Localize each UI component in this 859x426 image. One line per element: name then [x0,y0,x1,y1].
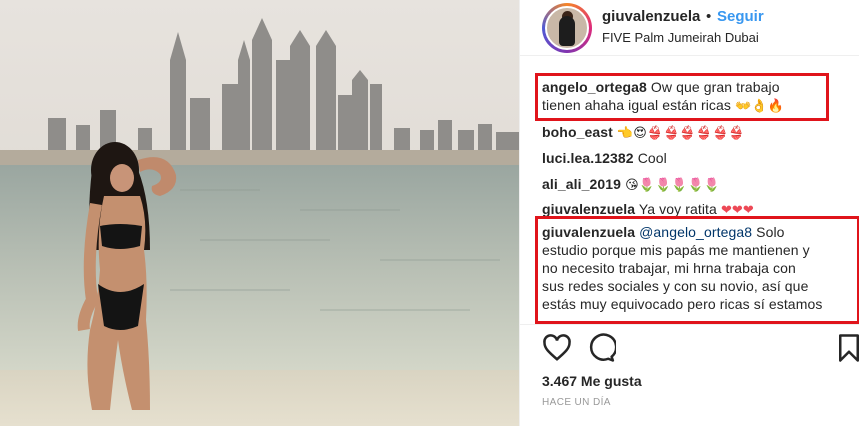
header-username[interactable]: giuvalenzuela [602,8,700,25]
comment-item: luci.lea.12382 Cool [542,149,667,167]
comment-username[interactable]: giuvalenzuela [542,224,635,240]
comment-username[interactable]: angelo_ortega8 [542,79,647,95]
post-timestamp: HACE UN DÍA [542,397,611,408]
comment-username[interactable]: luci.lea.12382 [542,150,634,166]
header-separator: • [706,8,712,25]
like-count[interactable]: 3.467 Me gusta [542,373,642,389]
post-header: giuvalenzuela • Seguir FIVE Palm Jumeira… [520,0,859,56]
post-photo[interactable] [0,0,519,426]
comment-text: Ya voy ratita [638,201,717,217]
avatar[interactable] [542,3,592,53]
comment-text: estudio porque mis papás me mantienen y [542,242,810,258]
comment-item: ali_ali_2019 😘🌷🌷🌷🌷🌷 [542,175,720,194]
emoji-group: 😘🌷🌷🌷🌷🌷 [625,178,721,193]
comment-mention[interactable]: @angelo_ortega8 [639,224,752,240]
bookmark-icon[interactable] [834,333,859,363]
comment-text: Solo [756,224,785,240]
heart-outline-icon[interactable] [542,333,572,363]
comment-username[interactable]: ali_ali_2019 [542,176,621,192]
follow-button[interactable]: Seguir [717,8,764,25]
dubai-marina-beach-photo [0,0,519,426]
comment-text: tienen ahaha igual están ricas [542,97,732,113]
avatar-body [559,16,575,46]
comment-text: Ow que gran trabajo [650,79,780,95]
emoji-group: 👈😍👙👙👙👙👙👙 [616,126,745,141]
post-actions: 3.467 Me gusta HACE UN DÍA [520,324,859,426]
comment-text: estás muy equivocado pero ricas sí estam… [542,296,823,312]
speech-bubble-icon[interactable] [586,333,618,363]
emoji-group: 👐👌🔥 [735,99,784,114]
comment-username[interactable]: boho_east [542,124,613,140]
comment-username[interactable]: giuvalenzuela [542,201,635,217]
comment-text: Cool [637,150,667,166]
post-side-panel: giuvalenzuela • Seguir FIVE Palm Jumeira… [519,0,859,426]
comment-text: sus redes sociales y con su novio, así q… [542,278,809,294]
comments-list[interactable]: angelo_ortega8 Ow que gran trabajo tiene… [520,56,859,324]
comment-item: angelo_ortega8 Ow que gran trabajo tiene… [542,78,832,115]
comment-text: no necesito trabajar, mi hrna trabaja co… [542,260,796,276]
comment-item: giuvalenzuela @angelo_ortega8 Solo estud… [542,223,854,313]
comment-item: boho_east 👈😍👙👙👙👙👙👙 [542,123,745,142]
location-link[interactable]: FIVE Palm Jumeirah Dubai [602,30,759,45]
avatar-image [545,6,589,50]
